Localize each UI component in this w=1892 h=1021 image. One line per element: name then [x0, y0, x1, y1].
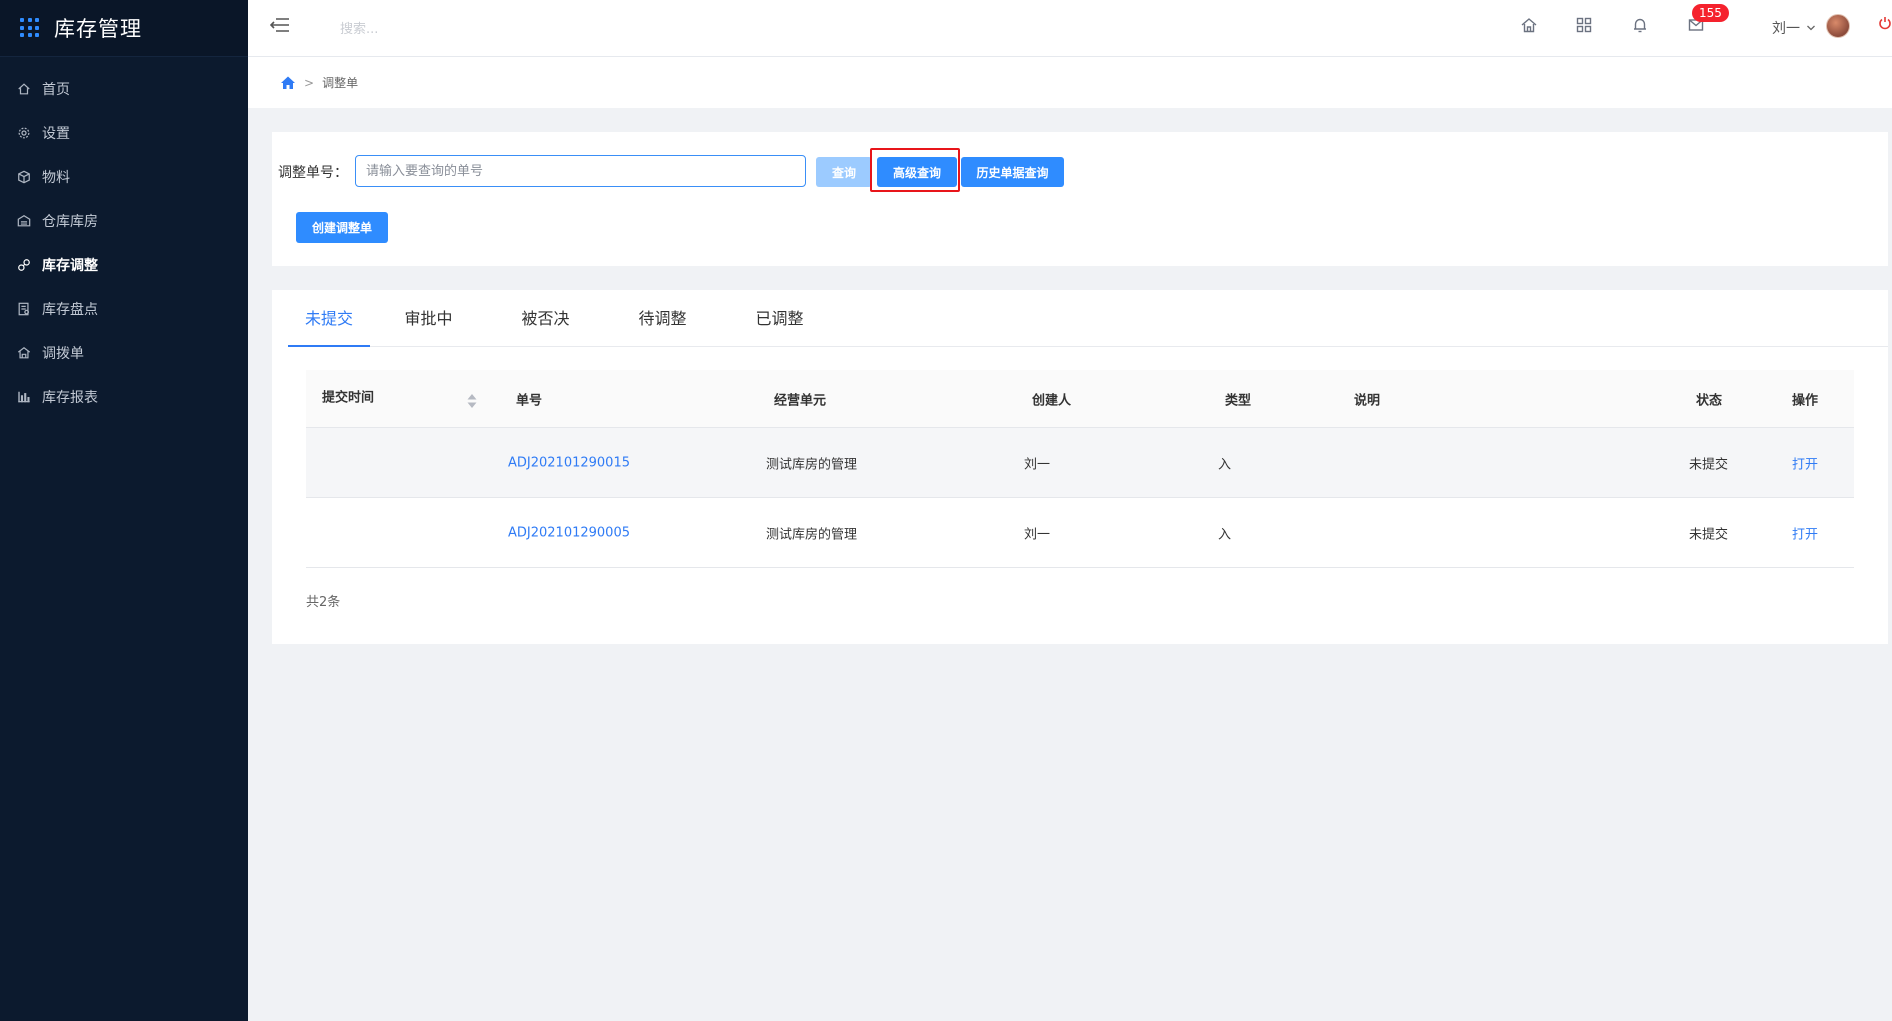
sidebar-item-label: 设置	[42, 126, 70, 142]
column-number: 单号	[516, 393, 543, 408]
bell-icon[interactable]	[1631, 16, 1651, 36]
sidebar-item-warehouse[interactable]: 仓库库房	[0, 199, 248, 243]
user-name[interactable]: 刘一	[1772, 18, 1800, 38]
column-creator: 创建人	[1032, 393, 1072, 408]
bar-chart-icon	[16, 389, 32, 405]
sidebar-item-label: 库存盘点	[42, 302, 98, 318]
transfer-icon	[16, 345, 32, 361]
sidebar-item-materials[interactable]: 物料	[0, 155, 248, 199]
row-unit: 测试库房的管理	[766, 457, 858, 472]
row-open-link[interactable]: 打开	[1792, 523, 1818, 542]
home-icon[interactable]	[280, 75, 296, 91]
adjust-icon	[16, 257, 32, 273]
sidebar: 库存管理 首页 设置 物料 仓库库房 库存调整 库存盘点 调拨单 库存报表	[0, 0, 248, 1021]
warehouse-icon	[16, 213, 32, 229]
total-count: 共2条	[306, 595, 341, 610]
row-unit: 测试库房的管理	[766, 527, 858, 542]
query-panel: 调整单号： 查询 高级查询 历史单据查询 创建调整单	[272, 132, 1888, 266]
sidebar-item-stocktaking[interactable]: 库存盘点	[0, 287, 248, 331]
row-number-link[interactable]: ADJ202101290015	[508, 455, 630, 470]
cube-icon	[16, 169, 32, 185]
table-header: 提交时间 单号 经营单元 创建人 类型 说明 状态 操作	[306, 370, 1854, 428]
adjust-list-panel: 未提交 审批中 被否决 待调整 已调整 提交时间 单号 经营单元 创建人 类型 …	[272, 290, 1888, 644]
column-submit-time[interactable]: 提交时间	[322, 387, 374, 406]
create-adjust-button[interactable]: 创建调整单	[296, 212, 388, 243]
row-status: 未提交	[1689, 527, 1729, 542]
row-status: 未提交	[1689, 457, 1729, 472]
sidebar-item-label: 库存调整	[42, 258, 98, 274]
apps-icon[interactable]	[1575, 16, 1595, 36]
advanced-query-button[interactable]: 高级查询	[877, 157, 957, 187]
sidebar-menu: 首页 设置 物料 仓库库房 库存调整 库存盘点 调拨单 库存报表	[0, 57, 248, 419]
row-type: 入	[1218, 527, 1232, 542]
search-input[interactable]: 搜索...	[340, 18, 378, 37]
adjust-number-input[interactable]	[355, 155, 806, 187]
column-note: 说明	[1354, 393, 1381, 408]
brand-title: 库存管理	[54, 17, 142, 41]
table-row: ADJ202101290015 测试库房的管理 刘一 入 未提交 打开	[306, 428, 1854, 498]
sidebar-item-stock-adjust[interactable]: 库存调整	[0, 243, 248, 287]
row-number-link[interactable]: ADJ202101290005	[508, 525, 630, 540]
home-icon	[16, 81, 32, 97]
sidebar-item-settings[interactable]: 设置	[0, 111, 248, 155]
sidebar-item-label: 首页	[42, 82, 70, 98]
sidebar-item-label: 库存报表	[42, 390, 98, 406]
row-creator: 刘一	[1024, 527, 1051, 542]
tab-adjusted[interactable]: 已调整	[721, 290, 838, 347]
column-status: 状态	[1696, 393, 1723, 408]
breadcrumb-current: 调整单	[322, 76, 359, 90]
row-type: 入	[1218, 457, 1232, 472]
row-creator: 刘一	[1024, 457, 1051, 472]
row-open-link[interactable]: 打开	[1792, 453, 1818, 472]
sidebar-item-label: 物料	[42, 170, 70, 186]
breadcrumb-separator: >	[304, 75, 315, 90]
table-row: ADJ202101290005 测试库房的管理 刘一 入 未提交 打开	[306, 498, 1854, 568]
gear-icon	[16, 125, 32, 141]
column-type: 类型	[1225, 393, 1252, 408]
column-action: 操作	[1792, 393, 1819, 408]
apps-grid-icon	[20, 18, 40, 38]
top-header: 搜索... 155 刘一	[248, 0, 1892, 57]
tab-pending-adjust[interactable]: 待调整	[604, 290, 721, 347]
adjust-table: 提交时间 单号 经营单元 创建人 类型 说明 状态 操作 ADJ20210129…	[306, 370, 1854, 568]
breadcrumb: > 调整单	[248, 57, 1892, 108]
query-button[interactable]: 查询	[816, 157, 872, 187]
inventory-check-icon	[16, 301, 32, 317]
chevron-down-icon[interactable]	[1806, 21, 1816, 31]
home-icon[interactable]	[1520, 16, 1540, 36]
sidebar-item-reports[interactable]: 库存报表	[0, 375, 248, 419]
history-query-button[interactable]: 历史单据查询	[961, 157, 1064, 187]
brand: 库存管理	[0, 0, 248, 57]
status-tabs: 未提交 审批中 被否决 待调整 已调整	[288, 290, 1888, 347]
sort-icon[interactable]	[466, 392, 478, 410]
tab-rejected[interactable]: 被否决	[487, 290, 604, 347]
column-unit: 经营单元	[774, 393, 827, 408]
power-icon[interactable]	[1878, 16, 1892, 30]
tab-not-submitted[interactable]: 未提交	[288, 290, 370, 347]
menu-toggle-icon[interactable]	[269, 16, 290, 34]
sidebar-item-transfer[interactable]: 调拨单	[0, 331, 248, 375]
sidebar-item-label: 仓库库房	[42, 214, 98, 230]
adjust-number-label: 调整单号：	[278, 165, 348, 181]
tab-in-approval[interactable]: 审批中	[370, 290, 487, 347]
sidebar-item-home[interactable]: 首页	[0, 67, 248, 111]
sidebar-item-label: 调拨单	[42, 346, 84, 362]
avatar[interactable]	[1826, 14, 1850, 38]
notification-badge: 155	[1692, 4, 1729, 22]
